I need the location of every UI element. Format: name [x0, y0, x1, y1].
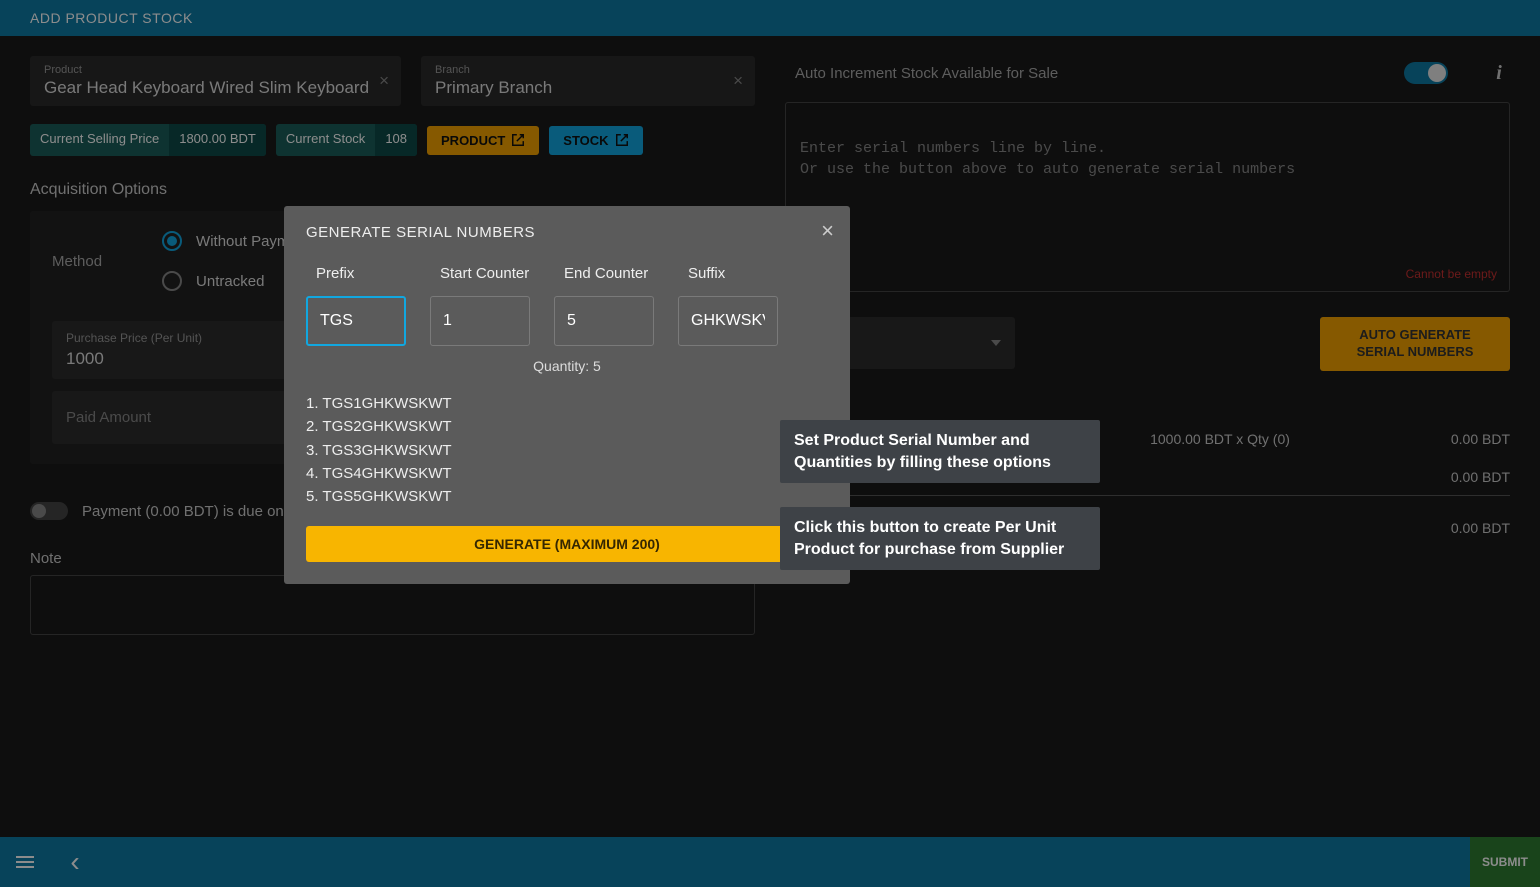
- serial-preview-list: 1. TGS1GHKWSKWT 2. TGS2GHKWSKWT 3. TGS3G…: [306, 392, 828, 508]
- modal-title: GENERATE SERIAL NUMBERS: [306, 224, 828, 241]
- callout-generate: Click this button to create Per Unit Pro…: [780, 507, 1100, 570]
- prefix-input[interactable]: [306, 296, 406, 346]
- suffix-input[interactable]: [678, 296, 778, 346]
- modal-quantity: Quantity: 5: [306, 358, 828, 374]
- suffix-label: Suffix: [678, 265, 725, 282]
- generate-button[interactable]: GENERATE (MAXIMUM 200): [306, 526, 828, 562]
- end-label: End Counter: [554, 265, 648, 282]
- callout-fill-options: Set Product Serial Number and Quantities…: [780, 420, 1100, 483]
- start-label: Start Counter: [430, 265, 529, 282]
- prefix-label: Prefix: [306, 265, 354, 282]
- end-counter-input[interactable]: [554, 296, 654, 346]
- start-counter-input[interactable]: [430, 296, 530, 346]
- generate-serial-modal: GENERATE SERIAL NUMBERS × Prefix Start C…: [284, 206, 850, 584]
- modal-close-icon[interactable]: ×: [821, 218, 834, 244]
